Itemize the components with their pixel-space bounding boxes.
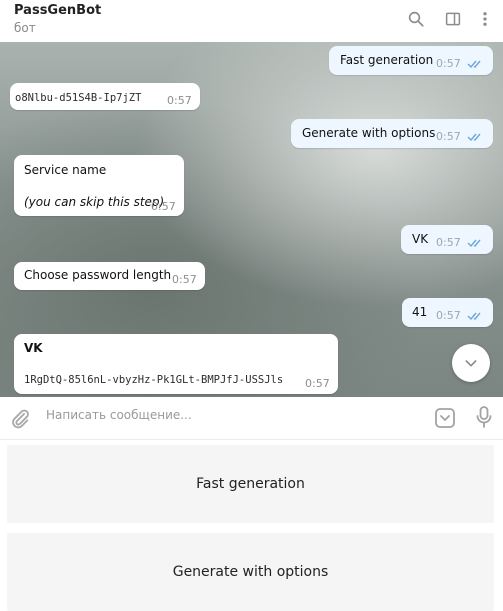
search-icon[interactable] — [405, 8, 427, 30]
scroll-to-bottom-button[interactable] — [452, 344, 490, 382]
outgoing-message[interactable]: VK 0:57 — [401, 225, 493, 254]
outgoing-message[interactable]: Generate with options 0:57 — [291, 119, 493, 148]
incoming-message[interactable]: VK 1RgDtQ-85l6nL-vbyzHz-Pk1GLt-BMPJfJ-US… — [14, 334, 338, 394]
incoming-message[interactable]: Service name (you can skip this step) 0:… — [14, 155, 184, 216]
message-time: 0:57 — [436, 130, 461, 143]
keyboard-button-fast-generation[interactable]: Fast generation — [7, 445, 494, 523]
message-text: Generate with options — [302, 126, 436, 140]
message-time: 0:57 — [305, 377, 330, 390]
paperclip-icon[interactable] — [9, 407, 31, 429]
message-service: VK — [24, 341, 43, 355]
chat-header: PassGenBot бот — [0, 0, 503, 43]
outgoing-message[interactable]: 41 0:57 — [402, 298, 493, 327]
sidebar-toggle-icon[interactable] — [442, 8, 464, 30]
message-input[interactable]: Написать сообщение... — [46, 408, 406, 428]
composer: Написать сообщение... — [0, 397, 503, 440]
double-check-icon — [467, 238, 485, 248]
double-check-icon — [467, 59, 485, 69]
message-hint: (you can skip this step) — [24, 195, 165, 209]
chat-title[interactable]: PassGenBot — [14, 3, 101, 18]
chat-subtitle: бот — [14, 21, 36, 35]
double-check-icon — [467, 311, 485, 321]
message-time: 0:57 — [436, 236, 461, 249]
message-text: Choose password length — [24, 268, 172, 282]
bot-keyboard-icon[interactable] — [433, 406, 457, 430]
message-time: 0:57 — [436, 309, 461, 322]
double-check-icon — [467, 132, 485, 142]
message-text: Fast generation — [340, 53, 434, 67]
chevron-down-icon — [465, 360, 477, 367]
microphone-icon[interactable] — [474, 405, 494, 429]
message-text: o8Nlbu-d51S4B-Ip7jZT — [15, 92, 142, 104]
more-vertical-icon[interactable] — [474, 8, 496, 30]
message-text: Service name — [24, 163, 107, 177]
message-time: 0:57 — [172, 273, 197, 286]
message-password: 1RgDtQ-85l6nL-vbyzHz-Pk1GLt-BMPJfJ-USSJl… — [24, 374, 284, 386]
message-time: 0:57 — [151, 200, 176, 213]
message-list[interactable]: Fast generation 0:57 o8Nlbu-d51S4B-Ip7jZ… — [0, 42, 503, 397]
keyboard-button-generate-with-options[interactable]: Generate with options — [7, 533, 494, 611]
message-text: 41 — [412, 305, 428, 319]
incoming-message[interactable]: o8Nlbu-d51S4B-Ip7jZT 0:57 — [10, 83, 200, 110]
incoming-message[interactable]: Choose password length 0:57 — [14, 262, 205, 290]
message-time: 0:57 — [436, 57, 461, 70]
message-text: VK — [412, 232, 429, 246]
message-time: 0:57 — [167, 94, 192, 107]
outgoing-message[interactable]: Fast generation 0:57 — [329, 46, 493, 75]
